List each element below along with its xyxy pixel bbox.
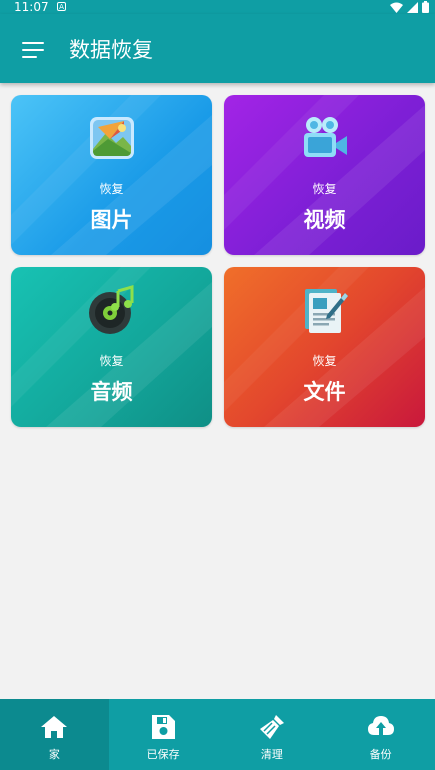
nav-item-clean[interactable]: 清理 [218, 699, 327, 770]
card-subtitle: 恢复 [99, 354, 124, 368]
nav-label: 已保存 [146, 748, 180, 761]
nav-item-home[interactable]: 家 [0, 699, 109, 770]
app-bar: 数据恢复 [0, 14, 435, 83]
document-edit-icon [305, 289, 348, 333]
card-subtitle: 恢复 [312, 354, 337, 368]
broom-icon [259, 715, 284, 739]
card-title: 图片 [90, 208, 133, 232]
signal-icon [407, 1, 418, 13]
hamburger-menu-icon[interactable] [22, 42, 46, 59]
recover-images-card[interactable]: 恢复 图片 [11, 95, 212, 255]
video-camera-icon [304, 117, 347, 157]
nav-item-saved[interactable]: 已保存 [109, 699, 218, 770]
notification-icon: A [57, 2, 66, 11]
page-title: 数据恢复 [69, 38, 153, 62]
image-gallery-icon [90, 117, 134, 159]
wifi-icon [390, 2, 403, 13]
card-title: 文件 [303, 380, 346, 404]
home-icon [41, 716, 68, 738]
status-icons [390, 1, 429, 13]
status-time: 11:07 [14, 0, 49, 14]
card-title: 音频 [90, 380, 133, 404]
cloud-upload-icon [367, 716, 394, 735]
battery-icon [422, 1, 429, 13]
save-icon [152, 715, 176, 739]
nav-label: 清理 [260, 748, 283, 761]
status-bar: 11:07 A [0, 0, 435, 14]
card-subtitle: 恢复 [312, 182, 337, 196]
recover-audio-card[interactable]: 恢复 音频 [11, 267, 212, 427]
bottom-nav: 家 已保存 清理 备份 [0, 699, 435, 770]
recover-video-card[interactable]: 恢复 视频 [224, 95, 425, 255]
card-title: 视频 [303, 208, 346, 232]
recover-files-card[interactable]: 恢复 文件 [224, 267, 425, 427]
music-disc-icon [89, 285, 134, 334]
nav-label: 备份 [369, 748, 392, 761]
card-subtitle: 恢复 [99, 182, 124, 196]
nav-item-backup[interactable]: 备份 [326, 699, 435, 770]
nav-label: 家 [48, 748, 60, 761]
